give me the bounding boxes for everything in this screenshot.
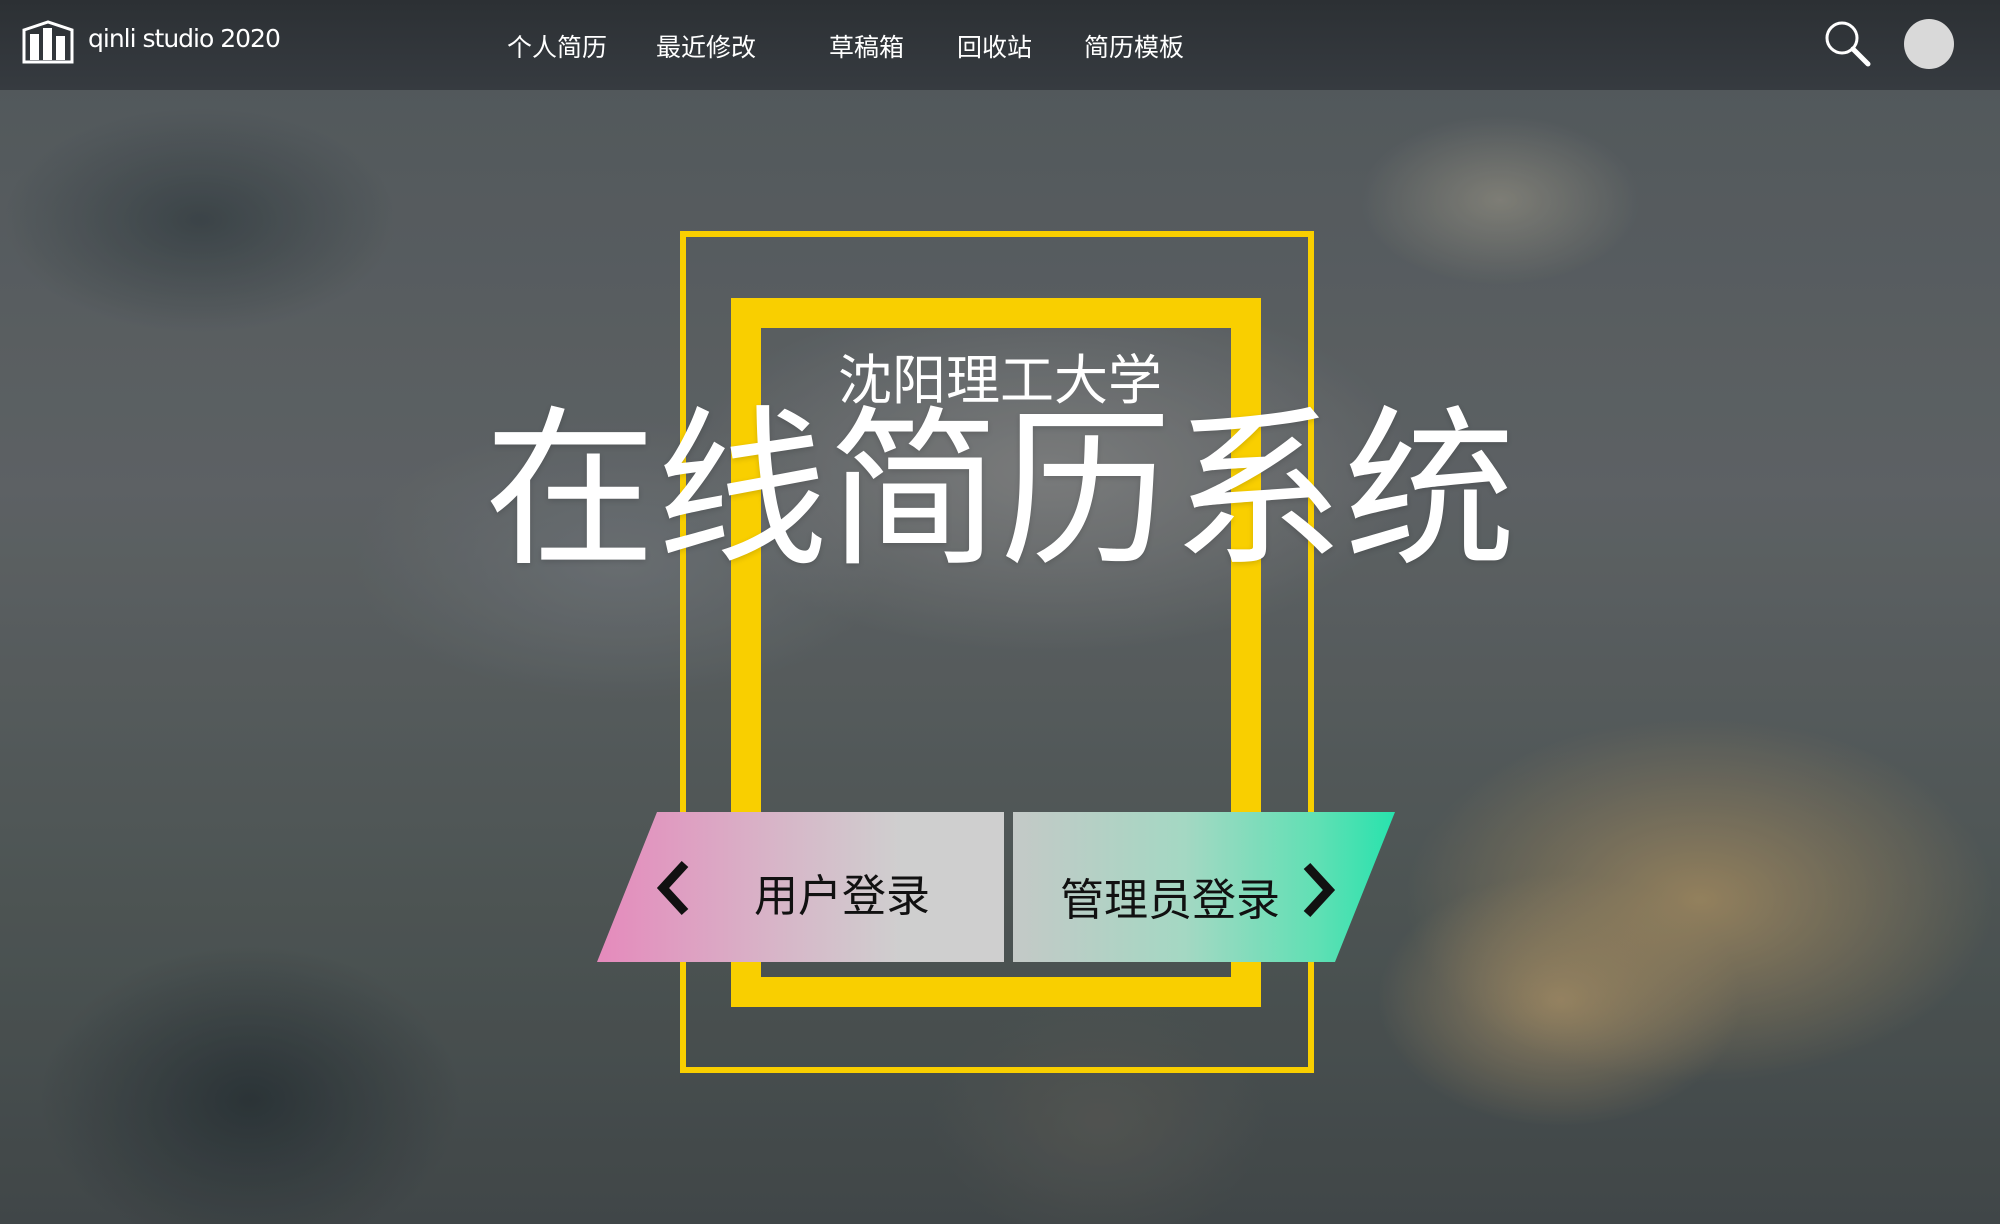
nav-item-drafts[interactable]: 草稿箱 — [829, 28, 904, 64]
admin-login-button[interactable]: 管理员登录 — [1013, 812, 1395, 962]
page-title: 在线简历系统 — [484, 390, 1516, 591]
nav-item-resume[interactable]: 个人简历 — [507, 28, 607, 64]
nav-item-recent[interactable]: 最近修改 — [656, 28, 756, 64]
chevron-left-icon — [656, 860, 689, 916]
chevron-right-icon — [1303, 862, 1336, 918]
logo-text[interactable]: qinli studio 2020 — [88, 24, 281, 53]
avatar[interactable] — [1904, 19, 1954, 69]
user-login-label: 用户登录 — [754, 871, 930, 922]
user-login-button[interactable]: 用户登录 — [597, 812, 1004, 962]
top-navbar: qinli studio 2020 个人简历 最近修改 草稿箱 回收站 简历模板 — [0, 0, 2000, 90]
admin-login-label: 管理员登录 — [1060, 875, 1280, 926]
search-icon[interactable] — [1822, 18, 1872, 68]
logo-icon[interactable] — [22, 16, 74, 64]
nav-item-templates[interactable]: 简历模板 — [1084, 28, 1184, 64]
nav-item-recycle-bin[interactable]: 回收站 — [957, 28, 1032, 64]
